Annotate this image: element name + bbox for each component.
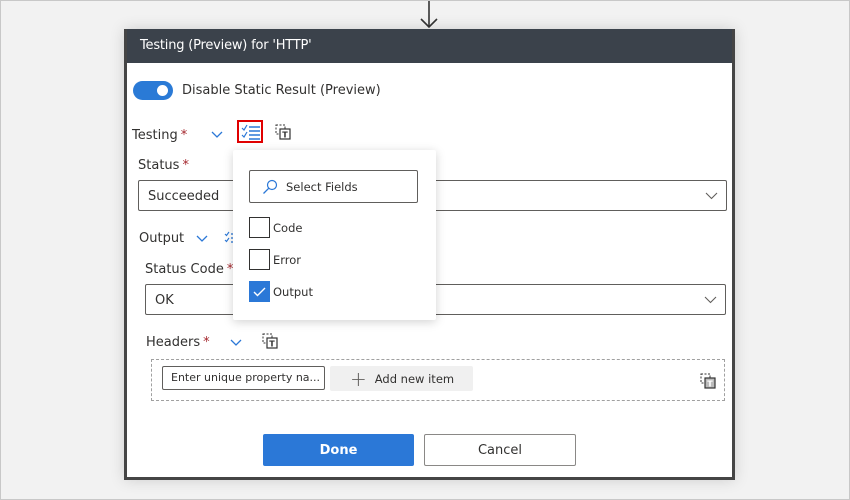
headers-label-text: Headers	[146, 335, 201, 350]
option-label: Error	[273, 252, 302, 267]
disable-static-result-toggle[interactable]	[133, 81, 173, 100]
status-label-text: Status	[138, 158, 180, 173]
select-fields-search-input[interactable]: Select Fields	[249, 170, 418, 203]
svg-text:T: T	[282, 131, 288, 140]
add-new-item-button[interactable]: + Add new item	[330, 366, 473, 391]
static-text-icon[interactable]: T	[275, 124, 291, 140]
cancel-button[interactable]: Cancel	[424, 434, 576, 466]
dialog-header: Testing (Preview) for 'HTTP'	[124, 29, 735, 63]
status-code-label: Status Code *	[145, 262, 233, 277]
output-label-text: Output	[139, 231, 185, 246]
headers-label: Headers *	[146, 335, 210, 350]
testing-label-text: Testing	[132, 128, 178, 143]
headers-chevron-down-icon[interactable]	[230, 339, 242, 347]
headers-static-text-icon[interactable]: T	[262, 333, 278, 349]
toggle-label: Disable Static Result (Preview)	[182, 83, 381, 98]
flow-arrow-down-icon	[420, 1, 438, 29]
required-mark: *	[203, 335, 210, 350]
property-name-input[interactable]: Enter unique property na...	[162, 366, 325, 390]
property-name-placeholder: Enter unique property na...	[171, 371, 321, 384]
status-code-label-text: Status Code	[145, 262, 224, 277]
status-code-value: OK	[155, 293, 174, 308]
output-checkbox[interactable]	[249, 281, 270, 302]
required-mark: *	[180, 128, 188, 143]
chevron-down-icon	[704, 296, 717, 304]
checkmark-icon	[253, 287, 266, 296]
headers-editor-static-text-icon[interactable]: T	[700, 373, 716, 389]
output-chevron-down-icon[interactable]	[196, 235, 208, 243]
output-label: Output	[139, 231, 184, 246]
testing-label: Testing *	[132, 128, 187, 143]
field-option-code[interactable]: Code	[249, 217, 302, 238]
testing-dialog: Testing (Preview) for 'HTTP' Disable Sta…	[124, 29, 735, 480]
status-value: Succeeded	[148, 189, 220, 204]
toggle-knob	[157, 85, 168, 96]
add-new-item-label: Add new item	[374, 371, 455, 386]
field-option-error[interactable]: Error	[249, 249, 301, 270]
svg-text:T: T	[269, 340, 275, 349]
disable-static-result-row: Disable Static Result (Preview)	[133, 81, 381, 100]
testing-chevron-down-icon[interactable]	[211, 131, 223, 139]
svg-text:T: T	[707, 380, 713, 389]
search-icon	[263, 179, 278, 194]
plus-icon: +	[350, 366, 367, 391]
highlight-box	[237, 120, 263, 143]
dialog-title: Testing (Preview) for 'HTTP'	[140, 38, 312, 53]
done-button[interactable]: Done	[263, 434, 414, 466]
status-label: Status *	[138, 158, 189, 173]
code-checkbox[interactable]	[249, 217, 270, 238]
headers-editor: Enter unique property na... + Add new it…	[151, 359, 725, 401]
required-mark: *	[182, 158, 189, 173]
field-option-output[interactable]: Output	[249, 281, 313, 302]
select-fields-popup: Select Fields Code Error Output	[233, 150, 436, 320]
chevron-down-icon	[705, 192, 718, 200]
option-label: Output	[273, 284, 313, 299]
error-checkbox[interactable]	[249, 249, 270, 270]
search-placeholder: Select Fields	[286, 179, 358, 194]
option-label: Code	[273, 220, 303, 235]
